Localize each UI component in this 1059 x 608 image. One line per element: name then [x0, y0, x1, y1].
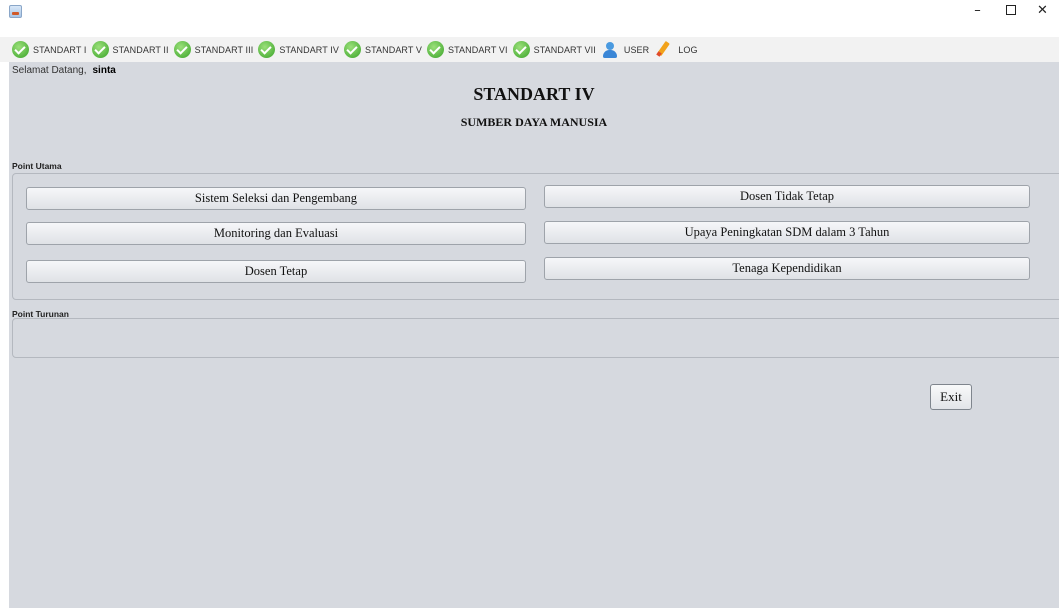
window-titlebar: – ✕ [0, 0, 1059, 22]
menu-user[interactable]: USER [601, 37, 649, 62]
check-icon [91, 41, 109, 58]
username: sinta [92, 65, 116, 76]
monitoring-evaluasi-button[interactable]: Monitoring dan Evaluasi [26, 222, 526, 245]
pencil-icon [654, 40, 672, 59]
point-utama-label: Point Utama [12, 161, 62, 171]
welcome-text: Selamat Datang, [12, 65, 87, 76]
menu-standart-1[interactable]: STANDART I [12, 37, 87, 62]
sistem-seleksi-button[interactable]: Sistem Seleksi dan Pengembang [26, 187, 526, 210]
menu-standart-4[interactable]: STANDART IV [258, 37, 339, 62]
menu-label: STANDART II [112, 44, 169, 55]
menu-label: STANDART V [364, 44, 422, 55]
user-icon [601, 41, 619, 59]
menu-label: USER [623, 44, 650, 55]
check-icon [258, 41, 276, 58]
tenaga-kependidikan-button[interactable]: Tenaga Kependidikan [544, 257, 1030, 280]
menu-standart-3[interactable]: STANDART III [173, 37, 254, 62]
menu-label: LOG [678, 44, 698, 55]
exit-button[interactable]: Exit [930, 384, 972, 410]
menu-label: STANDART VI [448, 44, 508, 55]
check-icon [427, 41, 444, 58]
menu-label: STANDART IV [279, 44, 339, 55]
maximize-icon [1005, 4, 1016, 15]
menu-label: STANDART VII [533, 44, 596, 55]
check-icon [512, 41, 530, 58]
check-icon [173, 41, 191, 58]
menu-standart-5[interactable]: STANDART V [343, 37, 422, 62]
menu-label: STANDART III [194, 44, 254, 55]
check-icon [12, 41, 29, 58]
menu-standart-7[interactable]: STANDART VII [512, 37, 596, 62]
check-icon [343, 41, 361, 58]
welcome-message: Selamat Datang, sinta [12, 65, 116, 76]
minimize-button[interactable]: – [961, 0, 994, 22]
java-app-icon [9, 5, 22, 18]
point-turunan-panel [12, 318, 1059, 358]
close-button[interactable]: ✕ [1026, 0, 1059, 22]
menu-log[interactable]: LOG [654, 37, 697, 62]
page-title: STANDART IV [473, 84, 595, 104]
menu-standart-6[interactable]: STANDART VI [427, 37, 508, 62]
menu-label: STANDART I [33, 44, 87, 55]
dosen-tidak-tetap-button[interactable]: Dosen Tidak Tetap [544, 185, 1030, 208]
menu-standart-2[interactable]: STANDART II [91, 37, 169, 62]
main-content: Selamat Datang, sinta STANDART IV SUMBER … [9, 62, 1059, 608]
menu-bar: STANDART I STANDART II STANDART III STAN… [0, 37, 1059, 62]
dosen-tetap-button[interactable]: Dosen Tetap [26, 260, 526, 283]
upaya-peningkatan-sdm-button[interactable]: Upaya Peningkatan SDM dalam 3 Tahun [544, 221, 1030, 244]
maximize-button[interactable] [994, 0, 1027, 22]
page-subtitle: SUMBER DAYA MANUSIA [460, 115, 608, 129]
